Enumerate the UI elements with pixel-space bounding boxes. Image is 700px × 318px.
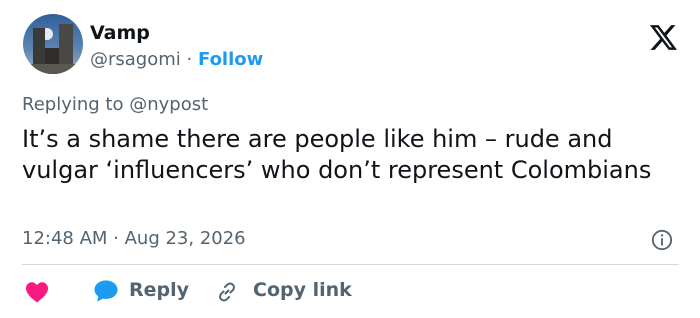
reply-bubble-icon[interactable]: [93, 279, 119, 303]
handle-row: @rsagomi · Follow: [90, 48, 263, 72]
tweet-timestamp[interactable]: 12:48 AM · Aug 23, 2026: [22, 227, 246, 251]
x-logo-icon[interactable]: [650, 25, 677, 50]
avatar-image: [23, 14, 83, 74]
author-handle[interactable]: @rsagomi: [90, 49, 181, 70]
replying-to-label: Replying to: [22, 94, 124, 115]
separator-dot: ·: [186, 49, 193, 70]
heart-icon[interactable]: [25, 281, 49, 303]
author-name[interactable]: Vamp: [90, 21, 150, 45]
follow-button[interactable]: Follow: [198, 49, 263, 70]
divider: [22, 264, 679, 265]
reply-mention-link[interactable]: @nypost: [129, 94, 208, 115]
copy-link-button[interactable]: Copy link: [253, 278, 352, 302]
reply-context: Replying to @nypost: [22, 93, 208, 117]
reply-button[interactable]: Reply: [129, 278, 189, 302]
info-icon[interactable]: [651, 229, 673, 251]
link-icon[interactable]: [215, 280, 239, 304]
tweet-text: It’s a shame there are people like him –…: [22, 125, 652, 184]
avatar[interactable]: [23, 14, 83, 74]
